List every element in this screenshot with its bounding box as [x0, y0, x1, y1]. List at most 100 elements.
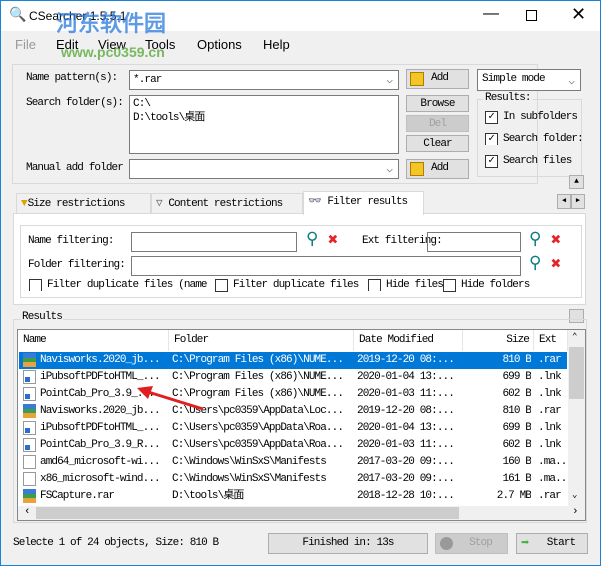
checkbox[interactable]	[443, 279, 456, 292]
column-ext[interactable]: Ext	[534, 330, 568, 351]
filter-duplicates-checkbox[interactable]: Filter duplicate files	[215, 279, 359, 292]
green-arrow-icon: ➡	[521, 536, 530, 552]
filter-duplicates-name-checkbox[interactable]: Filter duplicate files (name	[29, 279, 215, 291]
scroll-right-icon[interactable]: ›	[572, 506, 579, 518]
scroll-down-icon[interactable]: ⌄	[572, 490, 577, 500]
mode-select[interactable]: Simple mode ⌵	[477, 69, 581, 91]
collapse-up-button[interactable]: ▲	[569, 175, 584, 189]
h-scrollbar-thumb[interactable]	[36, 507, 459, 519]
folder-filter-input[interactable]	[131, 256, 521, 276]
scroll-up-icon[interactable]: ⌃	[572, 332, 577, 342]
cell-folder: C:\Program Files (x86)\NUME...	[172, 354, 344, 366]
column-folder[interactable]: Folder	[169, 330, 354, 351]
ext-filter-input[interactable]	[427, 232, 521, 252]
cell-date: 2020-01-03 11:...	[357, 439, 455, 451]
checkbox[interactable]	[368, 279, 381, 291]
cell-date: 2017-03-20 09:...	[357, 456, 455, 468]
scrollbar-thumb[interactable]	[569, 347, 584, 399]
watermark-url: www.pc0359.cn	[61, 44, 165, 60]
table-row[interactable]: Navisworks.2020_jb... C:\Users\pc0359\Ap…	[19, 403, 567, 420]
table-row[interactable]: Navisworks.2020_jb... C:\Program Files (…	[19, 352, 567, 369]
chevron-down-icon: ⌵	[568, 76, 575, 88]
results-label: Results	[21, 311, 63, 323]
cell-name: x86_microsoft-wind...	[40, 473, 161, 485]
hide-files-checkbox[interactable]: Hide files	[368, 279, 444, 291]
table-row[interactable]: PointCab_Pro_3.9_R... C:\Users\pc0359\Ap…	[19, 437, 567, 454]
folder-filter-search-icon[interactable]: ⚲	[529, 253, 541, 274]
menu-file[interactable]: File	[15, 37, 36, 52]
cell-name: Navisworks.2020_jb...	[40, 354, 161, 366]
cell-size: 602 B	[502, 388, 531, 400]
table-row[interactable]: amd64_microsoft-wi... C:\Windows\WinSxS\…	[19, 454, 568, 471]
binoculars-icon: 👓	[308, 196, 322, 208]
close-button[interactable]: ✕	[571, 4, 586, 25]
manual-add-button[interactable]: Add	[406, 159, 469, 179]
folder-filter-clear-icon[interactable]: ✖	[551, 254, 561, 275]
table-row[interactable]: iPubsoftPDFtoHTML_... C:\Program Files (…	[19, 369, 567, 386]
name-pattern-combobox[interactable]: *.rar ⌵	[129, 70, 399, 90]
menu-options[interactable]: Options	[197, 37, 242, 52]
folder-line: D:\tools\桌面	[133, 112, 205, 124]
cell-size: 699 B	[502, 422, 531, 434]
file-file-icon	[23, 455, 36, 469]
folder-filtering-label: Folder filtering:	[28, 259, 126, 271]
menu-help[interactable]: Help	[263, 37, 290, 52]
ext-filter-search-icon[interactable]: ⚲	[529, 229, 541, 250]
cell-name: PointCab_Pro_3.9_R...	[40, 439, 161, 451]
cell-date: 2018-12-28 10:...	[357, 490, 455, 502]
tab-filter-results[interactable]: 👓 Filter results	[303, 191, 424, 215]
table-row[interactable]: PointCab_Pro_3.9_... C:\Program Files (x…	[19, 386, 567, 403]
tab-scroll-right[interactable]: ▶	[571, 194, 585, 209]
minimize-button[interactable]: —	[483, 5, 499, 23]
horizontal-scrollbar[interactable]: ‹ ›	[18, 506, 585, 520]
browse-button[interactable]: Browse	[406, 95, 469, 112]
tab-size-restrictions[interactable]: ▼Size restrictions	[16, 193, 151, 214]
checkbox[interactable]: ✓	[485, 155, 498, 168]
table-row[interactable]: x86_microsoft-wind... C:\Windows\WinSxS\…	[19, 471, 568, 488]
checkbox[interactable]	[215, 279, 228, 292]
search-files-checkbox[interactable]: ✓ Search files	[485, 155, 572, 168]
tab-scroll-left[interactable]: ◀	[557, 194, 571, 209]
stop-button[interactable]: Stop	[435, 533, 508, 554]
cell-size: 2.7 MB	[496, 490, 531, 502]
name-pattern-label: Name pattern(s):	[26, 72, 118, 84]
table-row[interactable]: iPubsoftPDFtoHTML_... C:\Users\pc0359\Ap…	[19, 420, 567, 437]
name-filter-search-icon[interactable]: ⚲	[306, 229, 318, 250]
clear-button[interactable]: Clear	[406, 135, 469, 152]
folder-line: C:\	[133, 98, 151, 110]
manual-add-combobox[interactable]: ⌵	[129, 159, 399, 179]
results-list[interactable]: Name Folder Date Modified Size Ext Navis…	[17, 329, 586, 521]
hide-folders-checkbox[interactable]: Hide folders	[443, 279, 530, 292]
ext-filter-clear-icon[interactable]: ✖	[551, 230, 561, 251]
scroll-left-icon[interactable]: ‹	[24, 506, 31, 518]
cell-date: 2019-12-20 08:...	[357, 354, 455, 366]
search-folders-textarea[interactable]: C:\ D:\tools\桌面	[129, 95, 399, 154]
cell-folder: C:\Users\pc0359\AppData\Roa...	[172, 422, 344, 434]
start-button[interactable]: ➡ Start	[516, 533, 588, 554]
checkbox[interactable]: ✓	[485, 111, 498, 124]
cell-date: 2020-01-03 11:...	[357, 388, 455, 400]
cell-size: 602 B	[502, 439, 531, 451]
cell-size: 810 B	[502, 354, 531, 366]
del-button[interactable]: Del	[406, 115, 469, 132]
name-filter-input[interactable]	[131, 232, 297, 252]
in-subfolders-checkbox[interactable]: ✓ In subfolders	[485, 111, 578, 124]
name-filter-clear-icon[interactable]: ✖	[328, 230, 338, 251]
cell-date: 2017-03-20 09:...	[357, 473, 455, 485]
cell-ext: .lnk	[538, 388, 562, 400]
checkbox[interactable]: ✓	[485, 133, 498, 145]
maximize-button[interactable]	[526, 10, 537, 21]
vertical-scrollbar[interactable]: ⌃ ⌄	[568, 330, 585, 506]
lnk-file-icon	[23, 387, 36, 401]
column-date-modified[interactable]: Date Modified	[354, 330, 463, 351]
search-folders-checkbox[interactable]: ✓ Search folder:	[485, 133, 582, 145]
table-row[interactable]: FSCapture.rar D:\tools\桌面 2018-12-28 10:…	[19, 488, 567, 505]
checkbox[interactable]	[29, 279, 42, 291]
add-pattern-button[interactable]: Add	[406, 69, 469, 89]
cell-date: 2020-01-04 13:...	[357, 422, 455, 434]
tab-content-restrictions[interactable]: ▽ Content restrictions	[151, 193, 303, 214]
column-name[interactable]: Name	[18, 330, 169, 351]
column-size[interactable]: Size	[463, 330, 534, 351]
file-file-icon	[23, 472, 36, 486]
cell-date: 2020-01-04 13:...	[357, 371, 455, 383]
